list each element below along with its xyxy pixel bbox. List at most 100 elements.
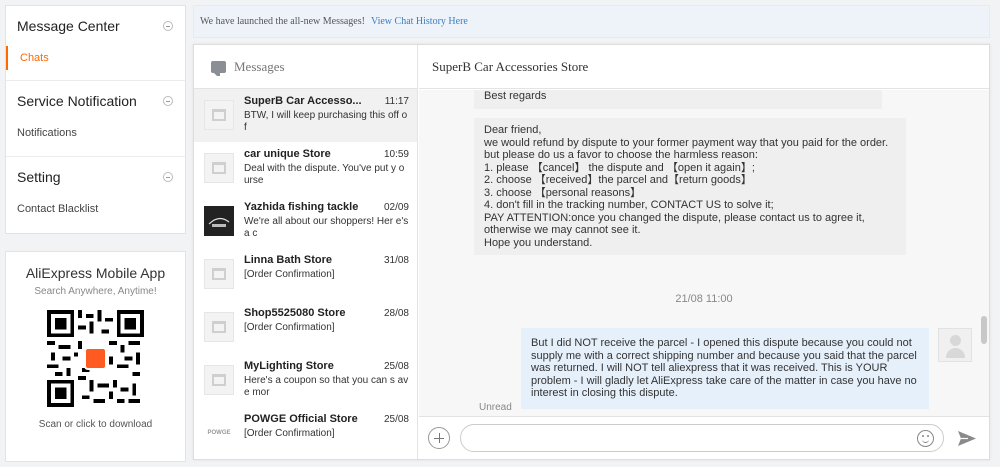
send-icon[interactable]: [957, 430, 977, 447]
store-avatar: [204, 100, 234, 130]
store-avatar: [204, 259, 234, 289]
message-input[interactable]: [461, 425, 901, 451]
message-line: 2. choose 【received】the parcel and【retur…: [484, 174, 752, 186]
fishing-logo-icon: [208, 217, 230, 227]
nav-section-title: Service Notification: [17, 93, 137, 109]
conversation-preview: BTW, I will keep purchasing this off of: [244, 110, 408, 133]
conversation-preview: Here's a coupon so that you can s ave mo…: [244, 375, 409, 398]
collapse-icon[interactable]: [163, 96, 173, 106]
conversation-row: MyLighting Store 25/08: [244, 360, 409, 372]
message-line: Dear friend,: [484, 124, 542, 136]
app-download-link[interactable]: Scan or click to download: [6, 419, 185, 430]
nav-item-chats[interactable]: Chats: [6, 46, 185, 70]
plus-icon[interactable]: [428, 427, 450, 449]
unread-status: Unread: [479, 402, 512, 413]
message-line: PAY ATTENTION:once you changed the dispu…: [484, 211, 865, 224]
scrollbar-thumb[interactable]: [981, 316, 987, 344]
messages-title: Messages: [234, 58, 285, 74]
user-avatar: [938, 328, 972, 362]
messages-header: Messages: [194, 45, 417, 89]
nav-section-title: Message Center: [17, 18, 120, 34]
conversation-row: Linna Bath Store 31/08: [244, 254, 409, 266]
conversation-preview: Deal with the dispute. You've put y ours…: [244, 163, 405, 186]
conversation-time: 31/08: [383, 255, 409, 266]
date-separator: 21/08 11:00: [675, 293, 733, 305]
conversation-time: 25/08: [383, 361, 409, 372]
message-line: 4. don't fill in the tracking number, CO…: [484, 199, 774, 211]
conversation-time: 25/08: [383, 414, 409, 425]
nav-section-message-center: Message Center Chats: [6, 6, 185, 70]
store-icon: [212, 162, 226, 174]
collapse-icon[interactable]: [163, 172, 173, 182]
conversation-row: SuperB Car Accesso... 11:17: [244, 95, 409, 107]
chat-store-name: SuperB Car Accessories Store: [419, 45, 989, 89]
conversation-item[interactable]: MyLighting Store 25/08 Here's a coupon s…: [194, 354, 417, 407]
conversation-preview: [Order Confirmation]: [244, 428, 335, 439]
conversation-name: MyLighting Store: [244, 360, 334, 372]
conversation-row: Yazhida fishing tackle 02/09: [244, 201, 409, 213]
nav-section-title: Setting: [17, 169, 61, 185]
conversation-name: Linna Bath Store: [244, 254, 333, 266]
conversation-item[interactable]: Linna Bath Store 31/08 [Order Confirmati…: [194, 248, 417, 301]
store-logo-text: POWGE: [207, 430, 231, 436]
conversation-name: SuperB Car Accesso...: [244, 95, 362, 107]
message-line: we would refund by dispute to your forme…: [484, 136, 889, 149]
nav-head: Message Center: [6, 6, 185, 46]
conversation-item[interactable]: Yazhida fishing tackle 02/09 We're all a…: [194, 195, 417, 248]
emoji-icon[interactable]: [917, 430, 934, 447]
conversation-preview: [Order Confirmation]: [244, 269, 335, 280]
composer: [419, 416, 989, 459]
nav-head: Setting: [6, 157, 185, 197]
incoming-message: Best regards: [474, 90, 882, 109]
message-nav: Message Center Chats Service Notificatio…: [5, 5, 186, 234]
store-logo: [204, 206, 234, 236]
conversation-list: Messages SuperB Car Accesso... 11:17 BTW…: [194, 45, 418, 459]
conversation-preview: [Order Confirmation]: [244, 322, 335, 333]
message-input-wrapper: [460, 424, 944, 452]
conversation-name: car unique Store: [244, 148, 331, 160]
conversation-item[interactable]: car unique Store 10:59 Deal with the dis…: [194, 142, 417, 195]
message-line: Hope you understand.: [484, 236, 593, 249]
conversation-name: Yazhida fishing tackle: [244, 201, 359, 213]
message-line: but please do us a favor to choose the h…: [484, 149, 758, 161]
message-line: 1. please 【cancel】 the dispute and 【open…: [484, 161, 755, 174]
store-avatar: [204, 312, 234, 342]
app-promo-title: AliExpress Mobile App: [25, 265, 166, 281]
nav-item-notifications[interactable]: Notifications: [6, 121, 185, 145]
conversation-time: 02/09: [383, 202, 409, 213]
aliexpress-logo-icon: [84, 347, 107, 370]
store-avatar: [204, 153, 234, 183]
banner-text: We have launched the all-new Messages!: [200, 16, 365, 27]
conversation-name: POWGE Official Store: [244, 413, 358, 425]
announcement-banner: We have launched the all-new Messages! Vi…: [193, 5, 990, 38]
store-logo: POWGE: [204, 418, 234, 448]
nav-item-contact-blacklist[interactable]: Contact Blacklist: [6, 197, 185, 221]
store-icon: [212, 374, 226, 386]
conversation-time: 10:59: [383, 149, 409, 160]
incoming-message: Dear friend, we would refund by dispute …: [474, 118, 906, 255]
store-icon: [212, 109, 226, 121]
messages-icon: [211, 60, 226, 76]
conversation-row: car unique Store 10:59: [244, 148, 409, 160]
chat-panel: Messages SuperB Car Accesso... 11:17 BTW…: [193, 44, 990, 460]
app-promo-subtitle: Search Anywhere, Anytime!: [34, 286, 157, 297]
view-chat-history-link[interactable]: View Chat History Here: [371, 16, 468, 27]
nav-head: Service Notification: [6, 81, 185, 121]
conversation-time: 11:17: [384, 96, 409, 107]
message-line: otherwise we may cannot see it.: [484, 224, 641, 236]
store-icon: [212, 321, 226, 333]
conversation-view: SuperB Car Accessories Store Best regard…: [419, 45, 989, 459]
collapse-icon[interactable]: [163, 21, 173, 31]
store-icon: [212, 268, 226, 280]
store-avatar: [204, 365, 234, 395]
nav-section-setting: Setting Contact Blacklist: [6, 157, 185, 221]
conversation-preview: We're all about our shoppers! Her e's a …: [244, 216, 409, 239]
conversation-item[interactable]: SuperB Car Accesso... 11:17 BTW, I will …: [194, 89, 417, 142]
message-thread[interactable]: Best regards Dear friend, we would refun…: [419, 90, 989, 416]
nav-section-service-notification: Service Notification Notifications: [6, 81, 185, 145]
qr-code[interactable]: [47, 310, 144, 407]
conversation-name: Shop5525080 Store: [244, 307, 346, 319]
outgoing-message: But I did NOT receive the parcel - I ope…: [521, 328, 929, 409]
conversation-item[interactable]: POWGE POWGE Official Store 25/08 [Order …: [194, 407, 417, 459]
conversation-item[interactable]: Shop5525080 Store 28/08 [Order Confirmat…: [194, 301, 417, 354]
